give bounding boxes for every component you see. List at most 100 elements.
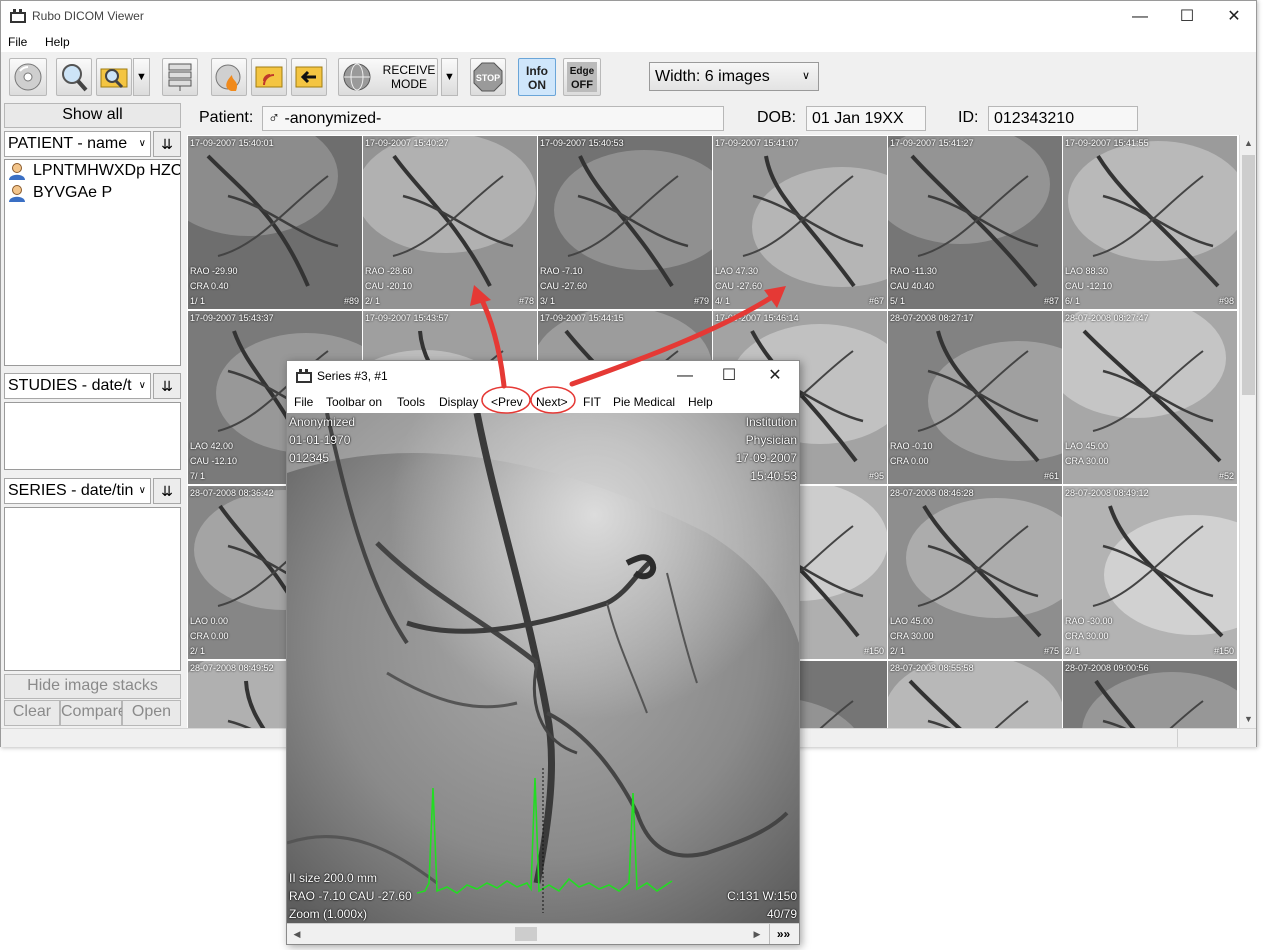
- receive-dropdown-button[interactable]: ▼: [441, 58, 458, 96]
- horizontal-scrollbar[interactable]: ◀ ▶ »»: [287, 923, 799, 944]
- prev-button[interactable]: <Prev: [491, 391, 523, 413]
- series-list: [4, 507, 181, 671]
- import-button[interactable]: [291, 58, 327, 96]
- info-toggle-button[interactable]: Info ON: [518, 58, 556, 96]
- thumbnail-timestamp: 28-07-2008 08:49:12: [1065, 488, 1149, 498]
- series-menu-help[interactable]: Help: [688, 391, 713, 413]
- fast-forward-button[interactable]: »»: [769, 924, 797, 944]
- thumbnail-angle-secondary: CRA 30.00: [1065, 631, 1109, 641]
- studies-expand-button[interactable]: ⇊: [153, 373, 181, 399]
- series-menu-pie-medical[interactable]: Pie Medical: [613, 391, 675, 413]
- search-folder-button[interactable]: [96, 58, 132, 96]
- thumbnail-item[interactable]: 17-09-2007 15:41:55 LAO 88.30 CAU -12.10 6/…: [1063, 136, 1237, 309]
- thumbnail-item[interactable]: 28-07-2008 08:27:17 RAO -0.10 CRA 0.00 #61: [888, 311, 1062, 484]
- scroll-thumb[interactable]: [1242, 155, 1255, 395]
- series-sort-select[interactable]: SERIES - date/tin ∨: [4, 478, 151, 504]
- chevron-down-icon: ∨: [138, 380, 146, 391]
- info-line1: Info: [526, 64, 548, 78]
- thumbnail-angle-primary: LAO 42.00: [190, 441, 234, 451]
- thumbnail-index: 3/ 1: [540, 296, 556, 306]
- server-icon: [168, 63, 192, 91]
- thumbnail-index: 2/ 1: [1065, 646, 1081, 656]
- series-menu-tools[interactable]: Tools: [397, 391, 425, 413]
- thumbnail-timestamp: 17-09-2007 15:40:53: [540, 138, 624, 148]
- frame-scroll-thumb[interactable]: [515, 927, 537, 941]
- edge-off-icon: Edge OFF: [567, 62, 597, 92]
- burn-cd-button[interactable]: [211, 58, 247, 96]
- studies-sort-select[interactable]: STUDIES - date/t ∨: [4, 373, 151, 399]
- thumbnail-angle-secondary: CAU -12.10: [1065, 281, 1113, 291]
- thumbnail-timestamp: 28-07-2008 08:55:58: [890, 663, 974, 673]
- thumbnail-item[interactable]: 17-09-2007 15:40:27 RAO -28.60 CAU -20.10 2…: [363, 136, 537, 309]
- dob-field: 01 Jan 19XX: [806, 106, 926, 131]
- open-cd-button[interactable]: [9, 58, 47, 96]
- compare-button[interactable]: Compare: [60, 700, 127, 726]
- menu-help[interactable]: Help: [38, 32, 77, 52]
- search-dropdown-button[interactable]: ▼: [133, 58, 150, 96]
- thumbnail-angle-primary: LAO 88.30: [1065, 266, 1109, 276]
- series-close-button[interactable]: ✕: [753, 361, 797, 391]
- vertical-scrollbar[interactable]: ▲ ▼: [1239, 135, 1256, 728]
- thumbnail-item[interactable]: 17-09-2007 15:41:07 LAO 47.30 CAU -27.60 4/…: [713, 136, 887, 309]
- maximize-button[interactable]: ☐: [1164, 1, 1210, 32]
- width-select[interactable]: Width: 6 images ∨: [649, 62, 819, 91]
- thumbnail-item[interactable]: 17-09-2007 15:40:53 RAO -7.10 CAU -27.60 3/…: [538, 136, 712, 309]
- scroll-up-icon[interactable]: ▲: [1240, 135, 1257, 152]
- clear-button[interactable]: Clear: [4, 700, 60, 726]
- patient-sort-select[interactable]: PATIENT - name ∨: [4, 131, 151, 157]
- menu-file[interactable]: File: [1, 32, 34, 52]
- receive-line2: MODE: [391, 77, 427, 91]
- patient-expand-button[interactable]: ⇊: [153, 131, 181, 157]
- series-menu-file[interactable]: File: [294, 391, 313, 413]
- series-menu-toolbar[interactable]: Toolbar on: [326, 391, 382, 413]
- thumbnail-item[interactable]: 17-09-2007 15:41:27 RAO -11.30 CAU 40.40 5/…: [888, 136, 1062, 309]
- wireless-send-button[interactable]: [251, 58, 287, 96]
- scroll-left-icon[interactable]: ◀: [289, 926, 305, 942]
- scroll-right-icon[interactable]: ▶: [749, 926, 765, 942]
- search-button[interactable]: [56, 58, 92, 96]
- thumbnail-item[interactable]: 17-09-2007 15:40:01 RAO -29.90 CRA 0.40 1/ …: [188, 136, 362, 309]
- thumbnail-angle-secondary: CAU -12.10: [190, 456, 238, 466]
- thumbnail-angle-secondary: CRA 30.00: [1065, 456, 1109, 466]
- thumbnail-item[interactable]: 28-07-2008 08:46:28 LAO 45.00 CRA 30.00 2/ …: [888, 486, 1062, 659]
- thumbnail-index: 1/ 1: [190, 296, 206, 306]
- receive-mode-button[interactable]: RECEIVE MODE: [338, 58, 438, 96]
- thumbnail-angle-secondary: CRA 0.40: [190, 281, 229, 291]
- thumbnail-angle-primary: RAO -28.60: [365, 266, 413, 276]
- thumbnail-item[interactable]: 28-07-2008 08:49:12 RAO -30.00 CRA 30.00 2/…: [1063, 486, 1237, 659]
- thumbnail-frame-count: #150: [863, 646, 884, 656]
- thumbnail-angle-primary: RAO -29.90: [190, 266, 238, 276]
- title-bar: Rubo DICOM Viewer — ☐ ✕: [1, 1, 1256, 32]
- open-button[interactable]: Open: [122, 700, 181, 726]
- show-all-button[interactable]: Show all: [4, 103, 181, 128]
- thumbnail-index: 2/ 1: [190, 646, 206, 656]
- thumbnail-item[interactable]: 28-07-2008 08:27:47 LAO 45.00 CRA 30.00 #52: [1063, 311, 1237, 484]
- thumbnail-timestamp: 28-07-2008 08:27:17: [890, 313, 974, 323]
- series-maximize-button[interactable]: ☐: [707, 361, 751, 391]
- patient-row[interactable]: BYVGAe P: [5, 182, 180, 204]
- series-expand-button[interactable]: ⇊: [153, 478, 181, 504]
- menu-bar: File Help: [1, 32, 1256, 52]
- globe-icon: [343, 63, 371, 91]
- series-menu-fit[interactable]: FIT: [583, 391, 601, 413]
- hide-image-stacks-button[interactable]: Hide image stacks: [4, 674, 181, 699]
- thumbnail-frame-count: #95: [868, 471, 884, 481]
- info-on-icon: Info ON: [526, 64, 548, 92]
- network-button[interactable]: [162, 58, 198, 96]
- next-button[interactable]: Next>: [536, 391, 568, 413]
- edge-toggle-button[interactable]: Edge OFF: [563, 58, 601, 96]
- scroll-down-icon[interactable]: ▼: [1240, 711, 1257, 728]
- patient-row[interactable]: LPNTMHWXDp HZC: [5, 160, 180, 182]
- series-menu-display[interactable]: Display: [439, 391, 478, 413]
- thumbnail-item[interactable]: 28-07-2008 08:55:58: [888, 661, 1062, 728]
- thumbnail-angle-secondary: CAU -20.10: [365, 281, 413, 291]
- minimize-button[interactable]: —: [1117, 1, 1163, 32]
- angiogram-viewer[interactable]: Anonymized 01-01-1970 012345 Institution…: [287, 413, 799, 923]
- angiogram-image: [287, 413, 799, 923]
- overlay-top-left: Anonymized 01-01-1970 012345: [289, 413, 355, 467]
- stop-button[interactable]: STOP: [470, 58, 506, 96]
- series-minimize-button[interactable]: —: [663, 361, 707, 391]
- male-icon: ♂: [268, 110, 280, 127]
- thumbnail-item[interactable]: 28-07-2008 09:00:56: [1063, 661, 1237, 728]
- close-button[interactable]: ✕: [1211, 1, 1257, 32]
